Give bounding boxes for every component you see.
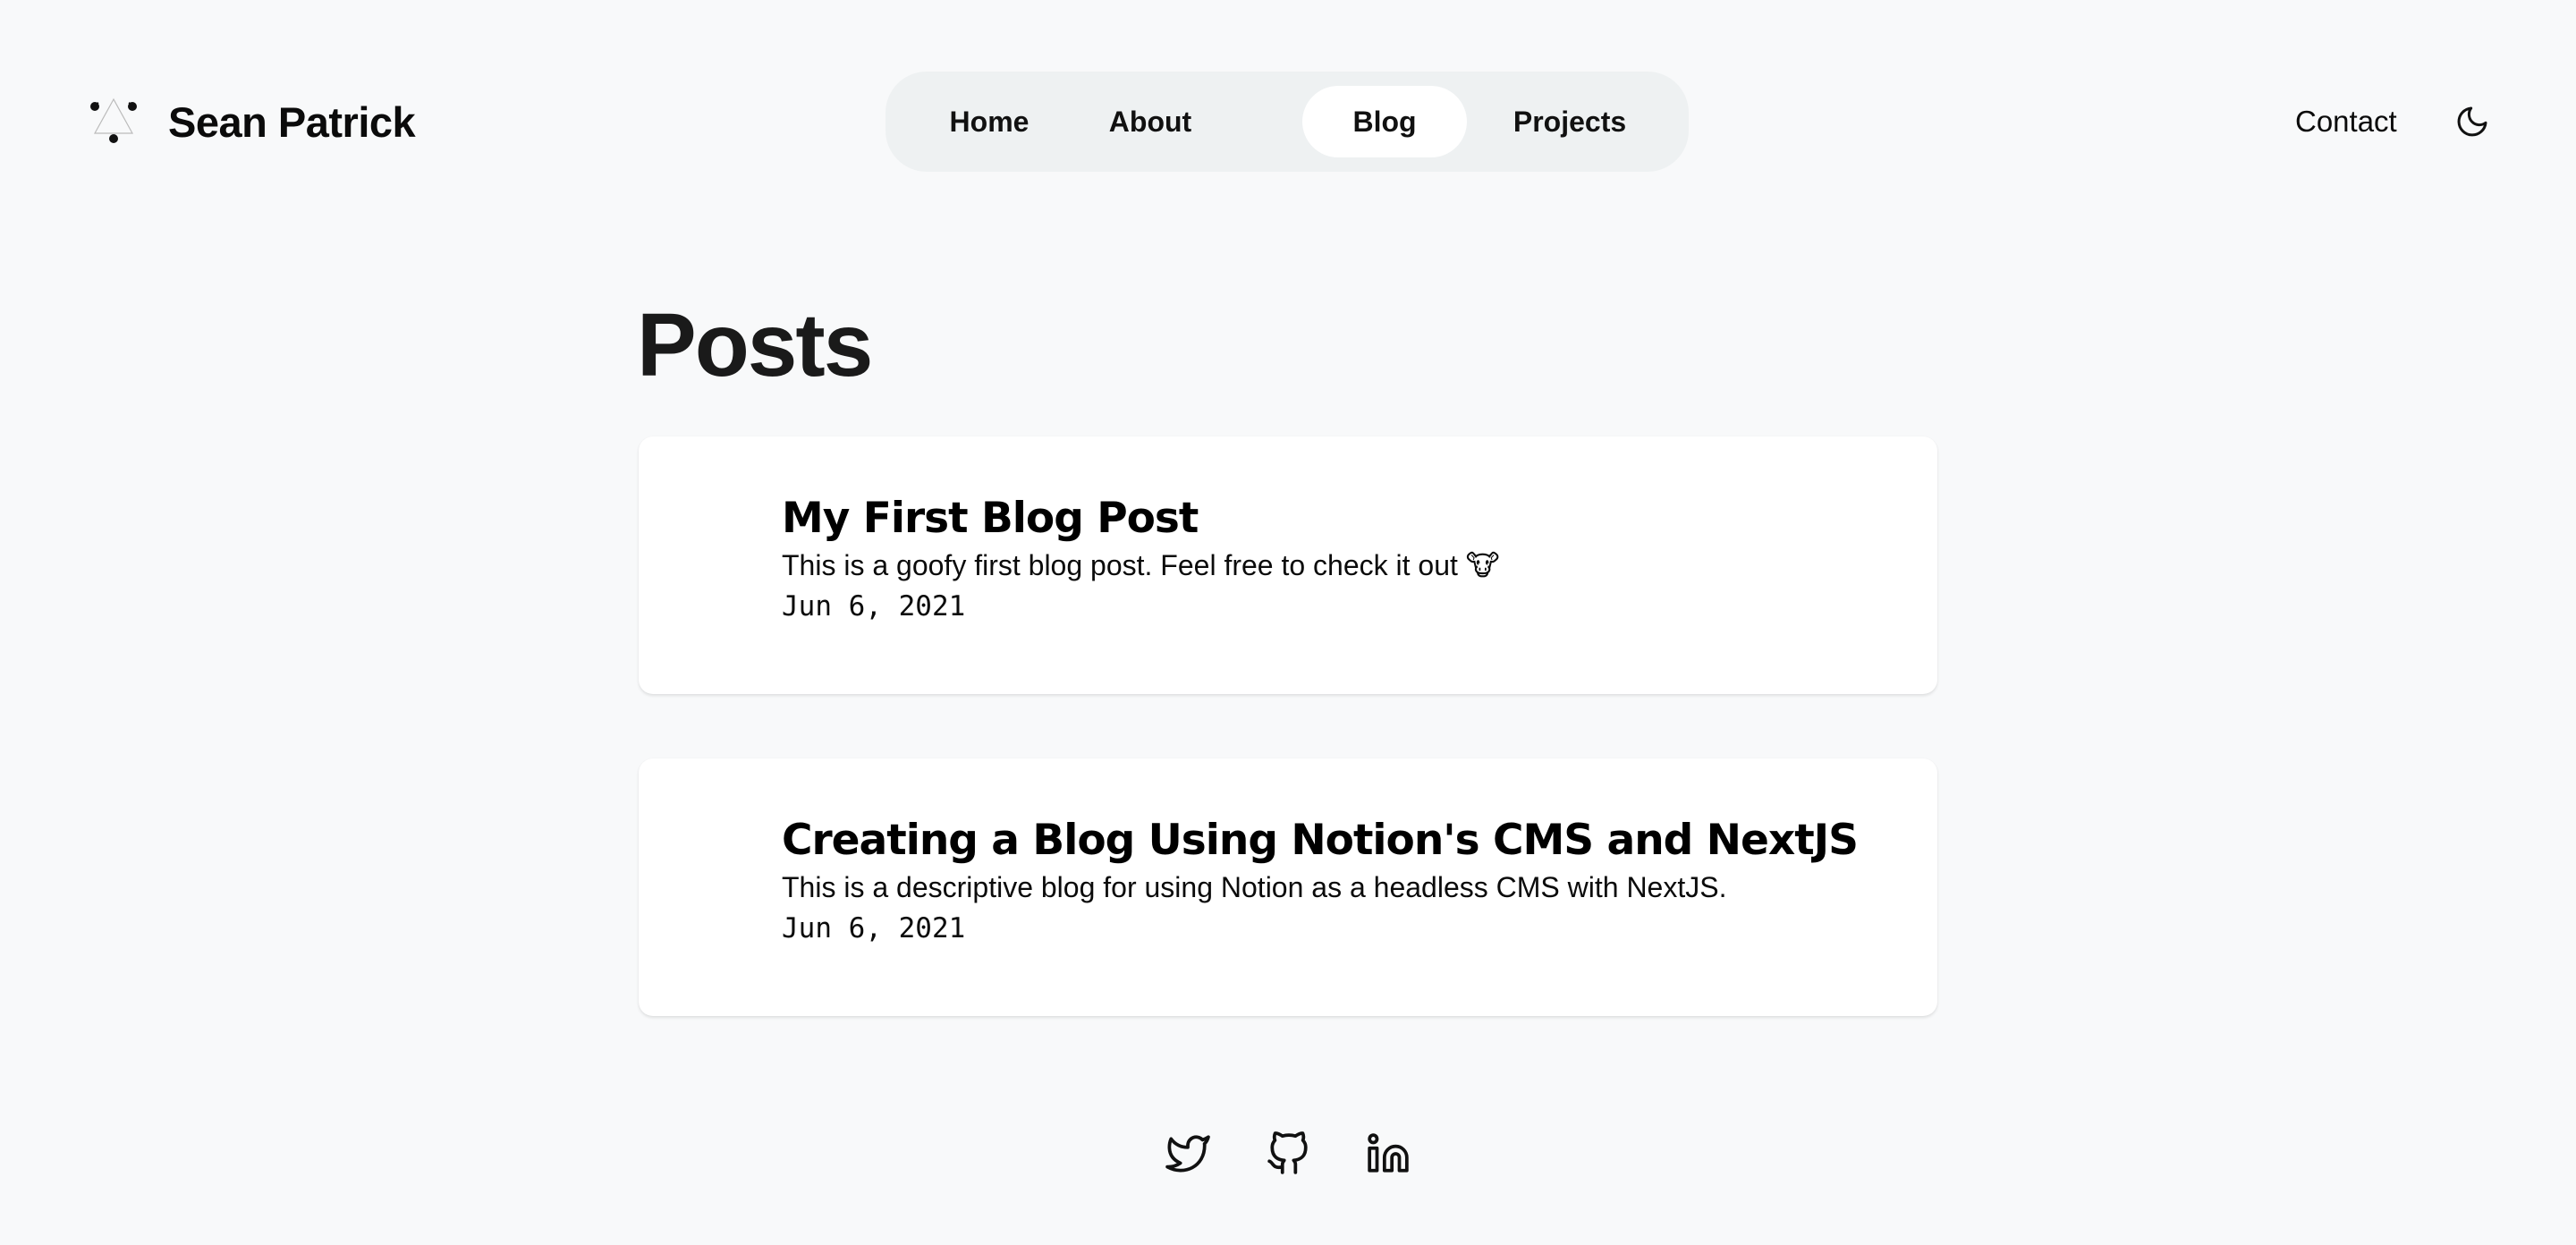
brand-name: Sean Patrick xyxy=(168,97,416,146)
theme-toggle-button[interactable] xyxy=(2451,100,2494,143)
post-card[interactable]: My First Blog Post This is a goofy first… xyxy=(639,436,1937,694)
page-title: Posts xyxy=(637,295,873,395)
nav-item-projects[interactable]: Projects xyxy=(1487,86,1653,157)
brand-link[interactable]: Sean Patrick xyxy=(86,93,416,150)
site-header: Sean Patrick Home About Blog Projects Co… xyxy=(0,0,2576,243)
linkedin-link[interactable] xyxy=(1365,1131,1411,1177)
post-title[interactable]: My First Blog Post xyxy=(782,492,1902,546)
post-card-content: Creating a Blog Using Notion's CMS and N… xyxy=(782,814,1902,948)
post-card[interactable]: Creating a Blog Using Notion's CMS and N… xyxy=(639,758,1937,1016)
post-description: This is a goofy first blog post. Feel fr… xyxy=(782,549,1500,581)
nav-item-blog[interactable]: Blog xyxy=(1302,86,1467,157)
linkedin-icon xyxy=(1368,1133,1409,1173)
logo-icon xyxy=(90,97,137,143)
github-icon xyxy=(1267,1131,1308,1174)
post-date: Jun 6, 2021 xyxy=(782,912,966,944)
nav-item-about[interactable]: About xyxy=(1082,86,1218,157)
contact-link[interactable]: Contact xyxy=(2295,100,2397,143)
post-date: Jun 6, 2021 xyxy=(782,590,966,622)
post-description: This is a descriptive blog for using Not… xyxy=(782,871,1727,903)
post-card-content: My First Blog Post This is a goofy first… xyxy=(782,492,1902,626)
post-title[interactable]: Creating a Blog Using Notion's CMS and N… xyxy=(782,814,1902,868)
twitter-link[interactable] xyxy=(1165,1131,1211,1177)
nav-item-home[interactable]: Home xyxy=(921,86,1057,157)
moon-icon xyxy=(2457,106,2487,137)
twitter-icon xyxy=(1165,1135,1210,1173)
github-link[interactable] xyxy=(1265,1131,1311,1177)
main-nav: Home About Blog Projects xyxy=(886,72,1689,172)
